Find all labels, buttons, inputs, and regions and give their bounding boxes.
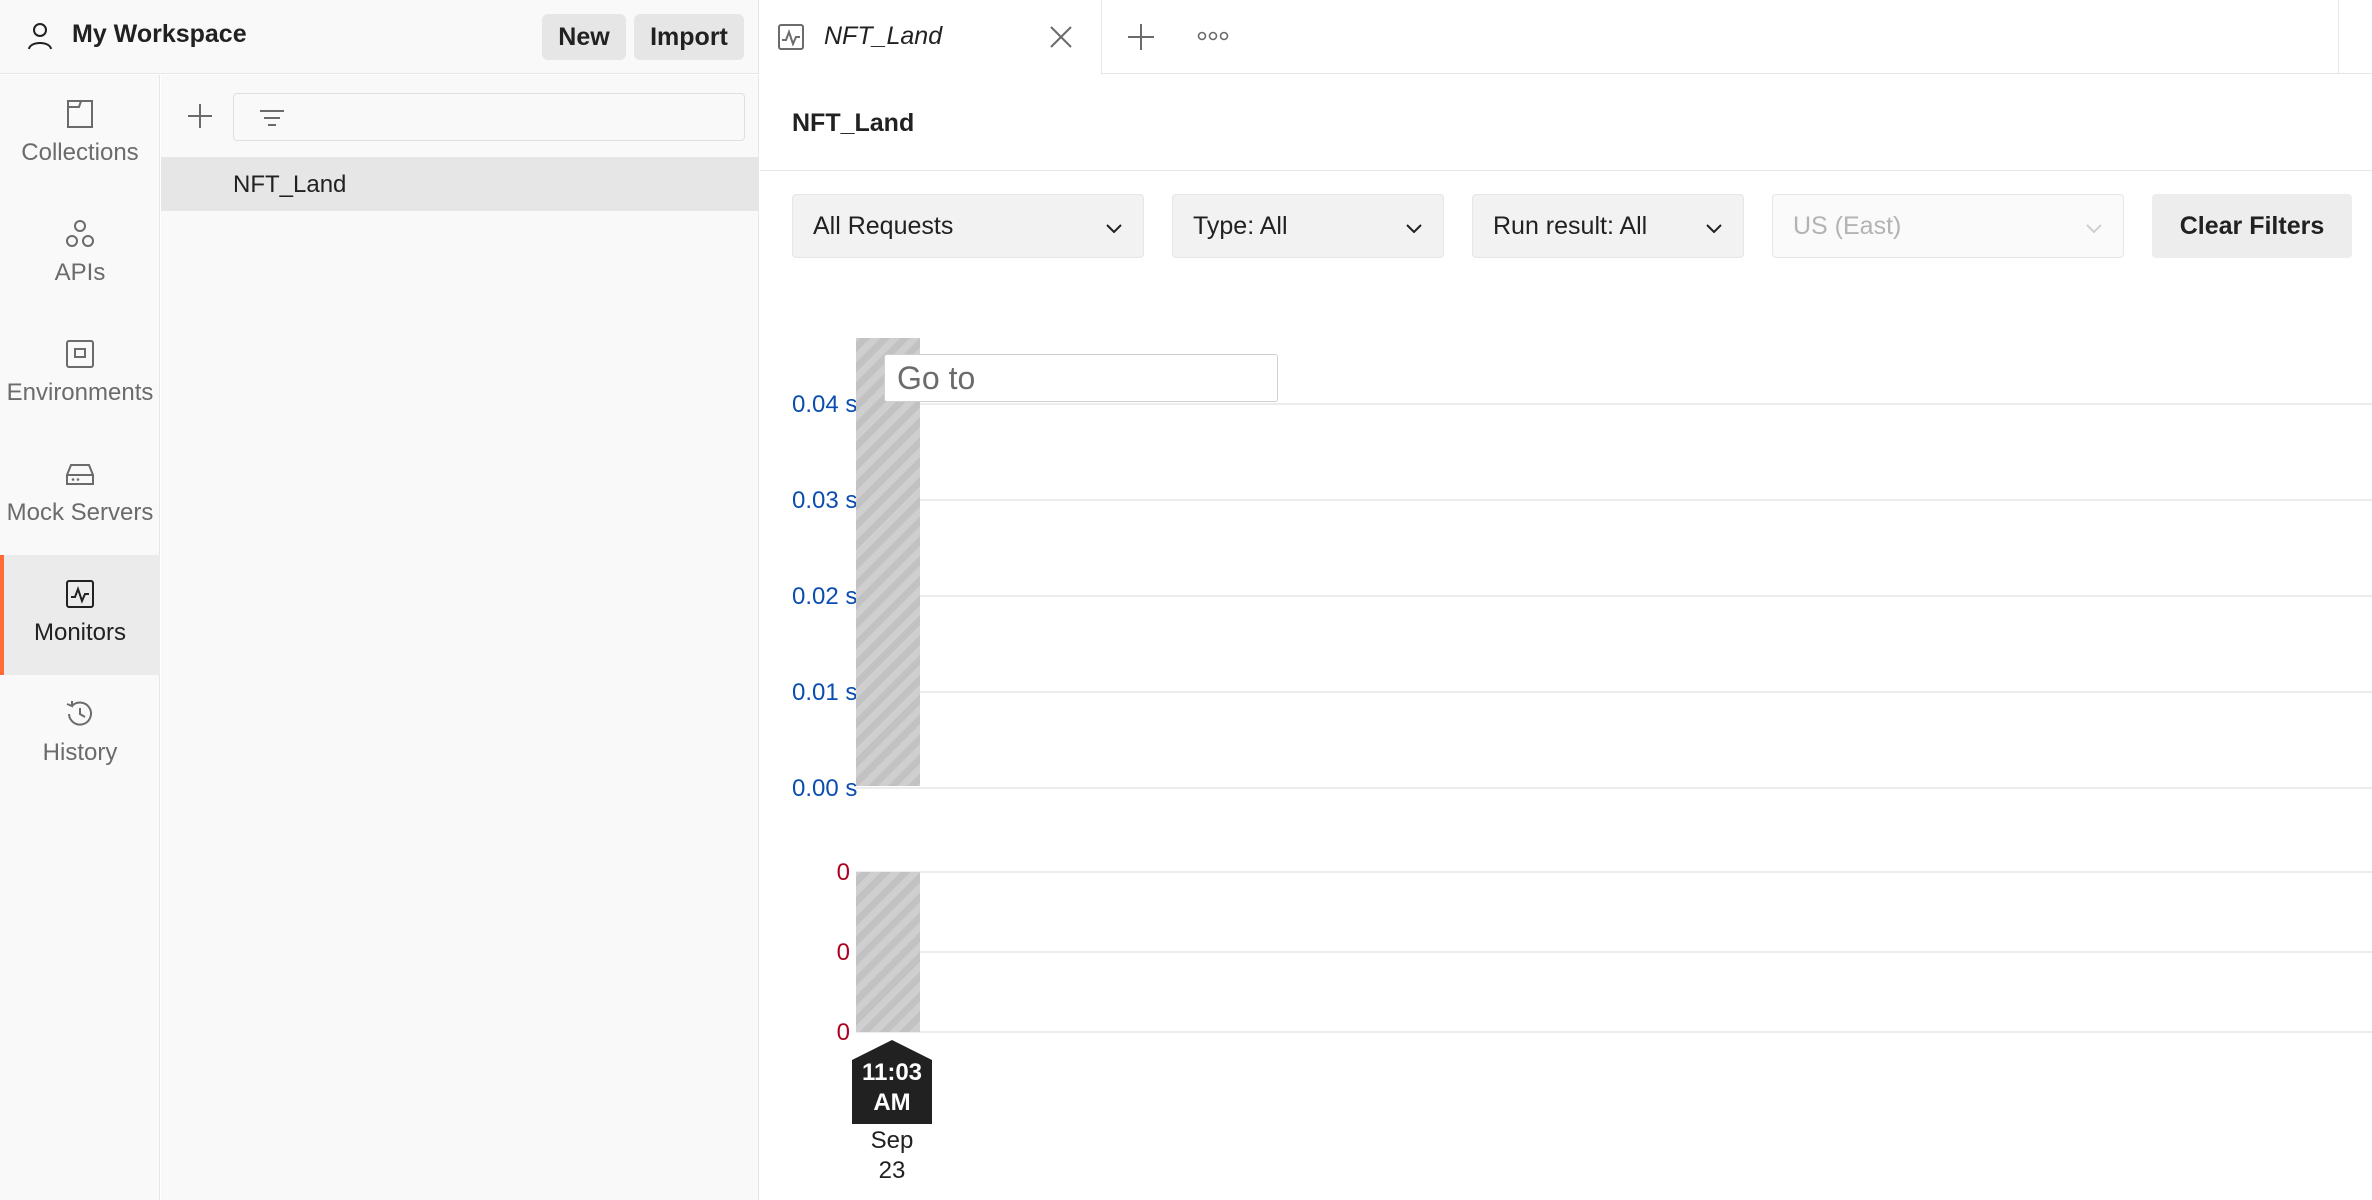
y-tick-label: 0.01 s <box>792 679 857 706</box>
nav-item-apis[interactable]: APIs <box>0 195 160 315</box>
nav-item-monitors[interactable]: Monitors <box>0 555 160 675</box>
list-item-label: NFT_Land <box>233 171 347 198</box>
run-result-filter-select[interactable]: Run result: All <box>1472 194 1744 258</box>
chevron-down-icon <box>1706 224 1722 234</box>
apis-icon <box>66 220 94 247</box>
requests-filter-select[interactable]: All Requests <box>792 194 1144 258</box>
region-filter-select: US (East) <box>1772 194 2124 258</box>
monitor-icon <box>778 24 804 50</box>
chart-bar[interactable] <box>856 872 920 1032</box>
chevron-down-icon <box>1406 224 1422 234</box>
chart-bar[interactable] <box>856 338 920 786</box>
monitors-sidebar: NFT_Land <box>161 75 759 1200</box>
new-button[interactable]: New <box>542 14 626 60</box>
y-tick-label: 0 <box>837 939 850 966</box>
nav-item-history[interactable]: History <box>0 675 160 795</box>
collections-icon <box>67 100 93 128</box>
tab-nft-land[interactable]: NFT_Land <box>760 0 1102 74</box>
date-label-line1: Sep <box>870 1127 914 1154</box>
nav-label-collections: Collections <box>21 139 139 166</box>
nav-label-history: History <box>42 739 118 766</box>
tab-title: NFT_Land <box>824 22 943 50</box>
sidebar-search-input[interactable] <box>294 100 734 134</box>
plus-icon[interactable] <box>185 101 215 131</box>
nav-item-collections[interactable]: Collections <box>0 75 160 195</box>
clear-filters-button[interactable]: Clear Filters <box>2152 194 2352 258</box>
run-result-filter-value: Run result: All <box>1493 211 1648 240</box>
goto-field[interactable] <box>884 354 1278 402</box>
goto-input[interactable] <box>885 355 1277 401</box>
list-item[interactable]: NFT_Land <box>161 157 759 211</box>
page-title: NFT_Land <box>792 109 915 137</box>
chevron-down-icon <box>1106 224 1122 234</box>
nav-item-mock-servers[interactable]: Mock Servers <box>0 435 160 555</box>
time-badge-text: 11:03 AM <box>852 1058 932 1118</box>
sidebar-filter[interactable] <box>233 93 745 141</box>
nav-label-mock-servers: Mock Servers <box>6 499 154 526</box>
more-options-icon[interactable] <box>1196 26 1230 46</box>
page-header: NFT_Land <box>760 75 2372 171</box>
import-button[interactable]: Import <box>634 14 744 60</box>
environments-icon <box>66 340 94 368</box>
y-tick-label: 0 <box>837 859 850 886</box>
date-label: Sep 23 <box>852 1126 932 1186</box>
tab-bar: NFT_Land <box>760 0 2372 74</box>
y-tick-label: 0.03 s <box>792 487 857 514</box>
time-badge[interactable]: 11:03 AM <box>852 1040 932 1124</box>
user-icon <box>28 23 52 50</box>
response-time-chart: 0.04 s 0.03 s 0.02 s 0.01 s 0.00 s 0 0 0 <box>792 338 2372 1046</box>
workspace-title[interactable]: My Workspace <box>72 20 247 49</box>
y-tick-label: 0 <box>837 1019 850 1046</box>
y-tick-label: 0.02 s <box>792 583 857 610</box>
new-tab-icon[interactable] <box>1124 20 1158 54</box>
nav-label-environments: Environments <box>6 379 154 406</box>
time-label-line1: 11:03 <box>861 1059 923 1086</box>
y-tick-label: 0.04 s <box>792 391 857 418</box>
workspace-header: My Workspace New Import <box>0 0 759 74</box>
mock-servers-icon <box>66 464 94 485</box>
nav-label-apis: APIs <box>54 259 106 286</box>
tab-bar-divider <box>2338 0 2339 74</box>
monitors-icon <box>66 580 94 608</box>
chevron-down-icon <box>2086 224 2102 234</box>
requests-filter-value: All Requests <box>813 211 954 240</box>
nav-label-monitors: Monitors <box>33 619 127 646</box>
time-label-line2: AM <box>873 1089 911 1116</box>
filter-icon[interactable] <box>258 104 286 132</box>
type-filter-select[interactable]: Type: All <box>1172 194 1444 258</box>
close-icon[interactable] <box>1046 22 1076 52</box>
y-tick-label: 0.00 s <box>792 775 857 802</box>
region-filter-value: US (East) <box>1793 211 1902 240</box>
nav-rail: Collections APIs Environments Mock Serve… <box>0 75 160 1200</box>
date-label-line2: 23 <box>878 1157 906 1184</box>
type-filter-value: Type: All <box>1193 211 1288 240</box>
nav-item-environments[interactable]: Environments <box>0 315 160 435</box>
history-icon <box>66 701 92 726</box>
